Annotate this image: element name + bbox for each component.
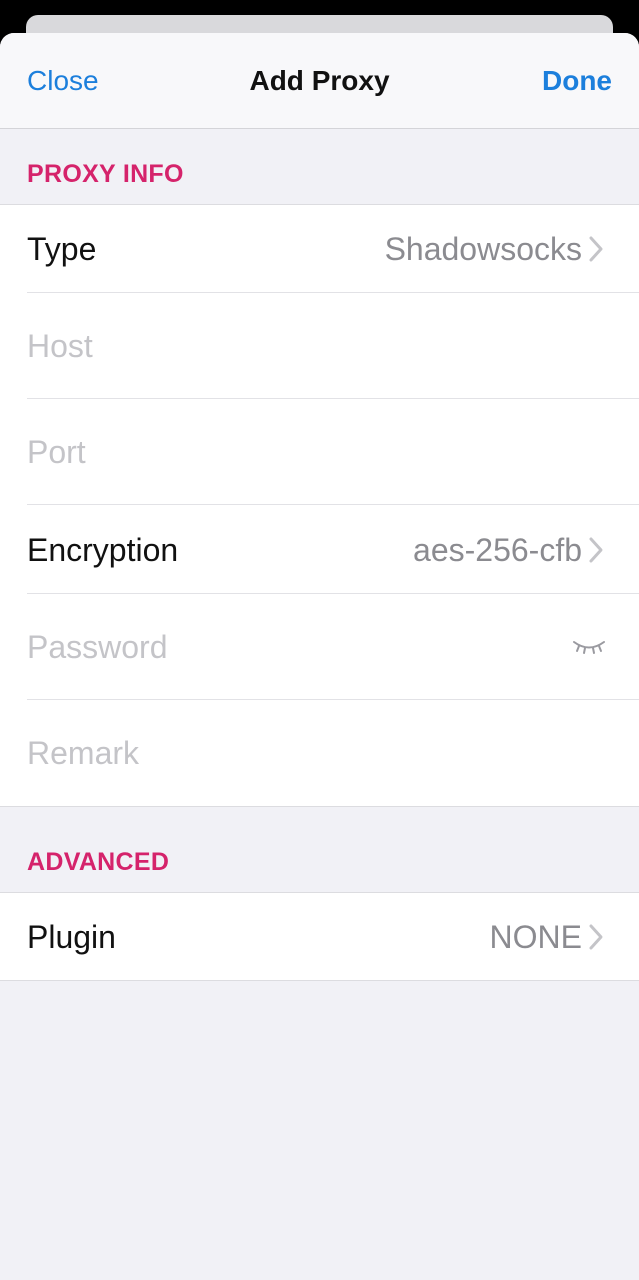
type-row[interactable]: Type Shadowsocks xyxy=(0,205,639,293)
plugin-row[interactable]: Plugin NONE xyxy=(0,893,639,980)
encryption-row[interactable]: Encryption aes-256-cfb xyxy=(0,505,639,594)
port-input[interactable] xyxy=(27,432,547,472)
done-button[interactable]: Done xyxy=(542,63,612,99)
section-header-proxy-info: PROXY INFO xyxy=(27,160,184,188)
remark-input[interactable] xyxy=(27,733,547,773)
plugin-value: NONE xyxy=(489,919,582,955)
host-row xyxy=(0,293,639,399)
remark-row xyxy=(0,700,639,806)
chevron-right-icon xyxy=(589,924,603,950)
plugin-label: Plugin xyxy=(27,919,116,955)
eye-closed-icon[interactable] xyxy=(571,637,607,657)
section-header-advanced: ADVANCED xyxy=(27,848,170,876)
port-row xyxy=(0,399,639,505)
encryption-label: Encryption xyxy=(27,532,179,568)
advanced-group: Plugin NONE xyxy=(0,892,639,981)
chevron-right-icon xyxy=(589,236,603,262)
password-row xyxy=(0,594,639,700)
type-label: Type xyxy=(27,231,97,267)
password-input[interactable] xyxy=(27,627,507,667)
encryption-value: aes-256-cfb xyxy=(413,532,582,568)
proxy-info-group: Type Shadowsocks Encryption aes-256-cfb xyxy=(0,204,639,807)
host-input[interactable] xyxy=(27,326,547,366)
type-value: Shadowsocks xyxy=(384,231,582,267)
chevron-right-icon xyxy=(589,537,603,563)
add-proxy-sheet: Close Add Proxy Done PROXY INFO Type Sha… xyxy=(0,33,639,1280)
navigation-bar: Close Add Proxy Done xyxy=(0,33,639,129)
